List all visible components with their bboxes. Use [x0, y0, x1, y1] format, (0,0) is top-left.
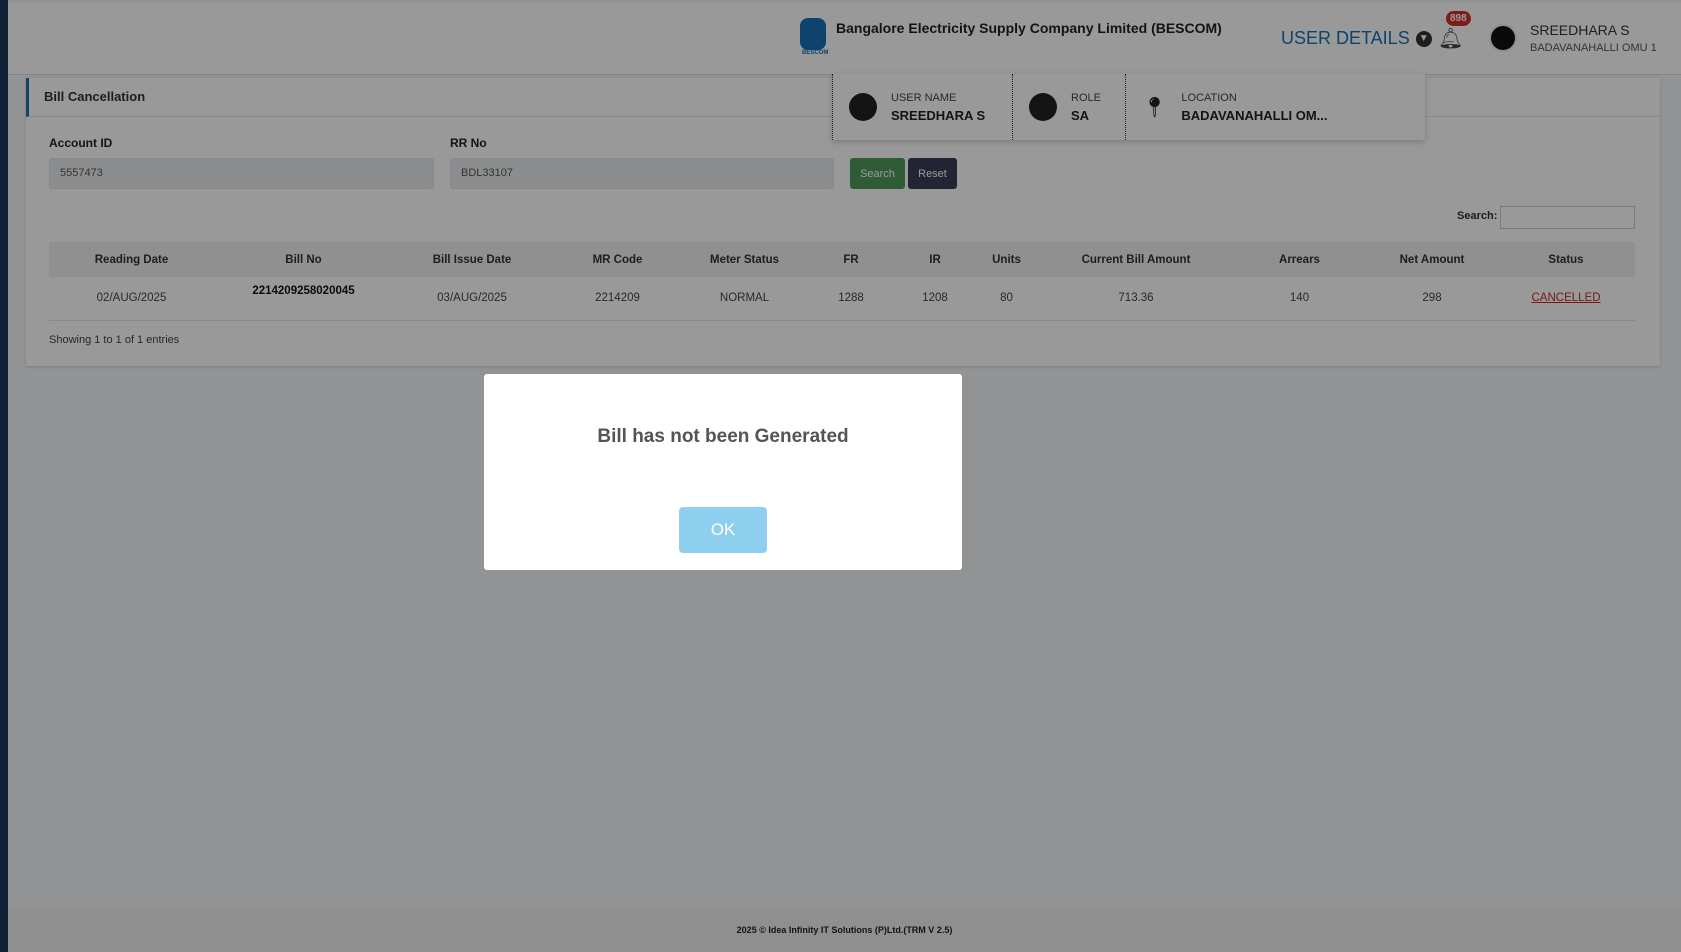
alert-message: Bill has not been Generated	[597, 426, 849, 447]
alert-dialog: Bill has not been Generated OK	[484, 374, 962, 570]
ok-button[interactable]: OK	[679, 507, 767, 553]
